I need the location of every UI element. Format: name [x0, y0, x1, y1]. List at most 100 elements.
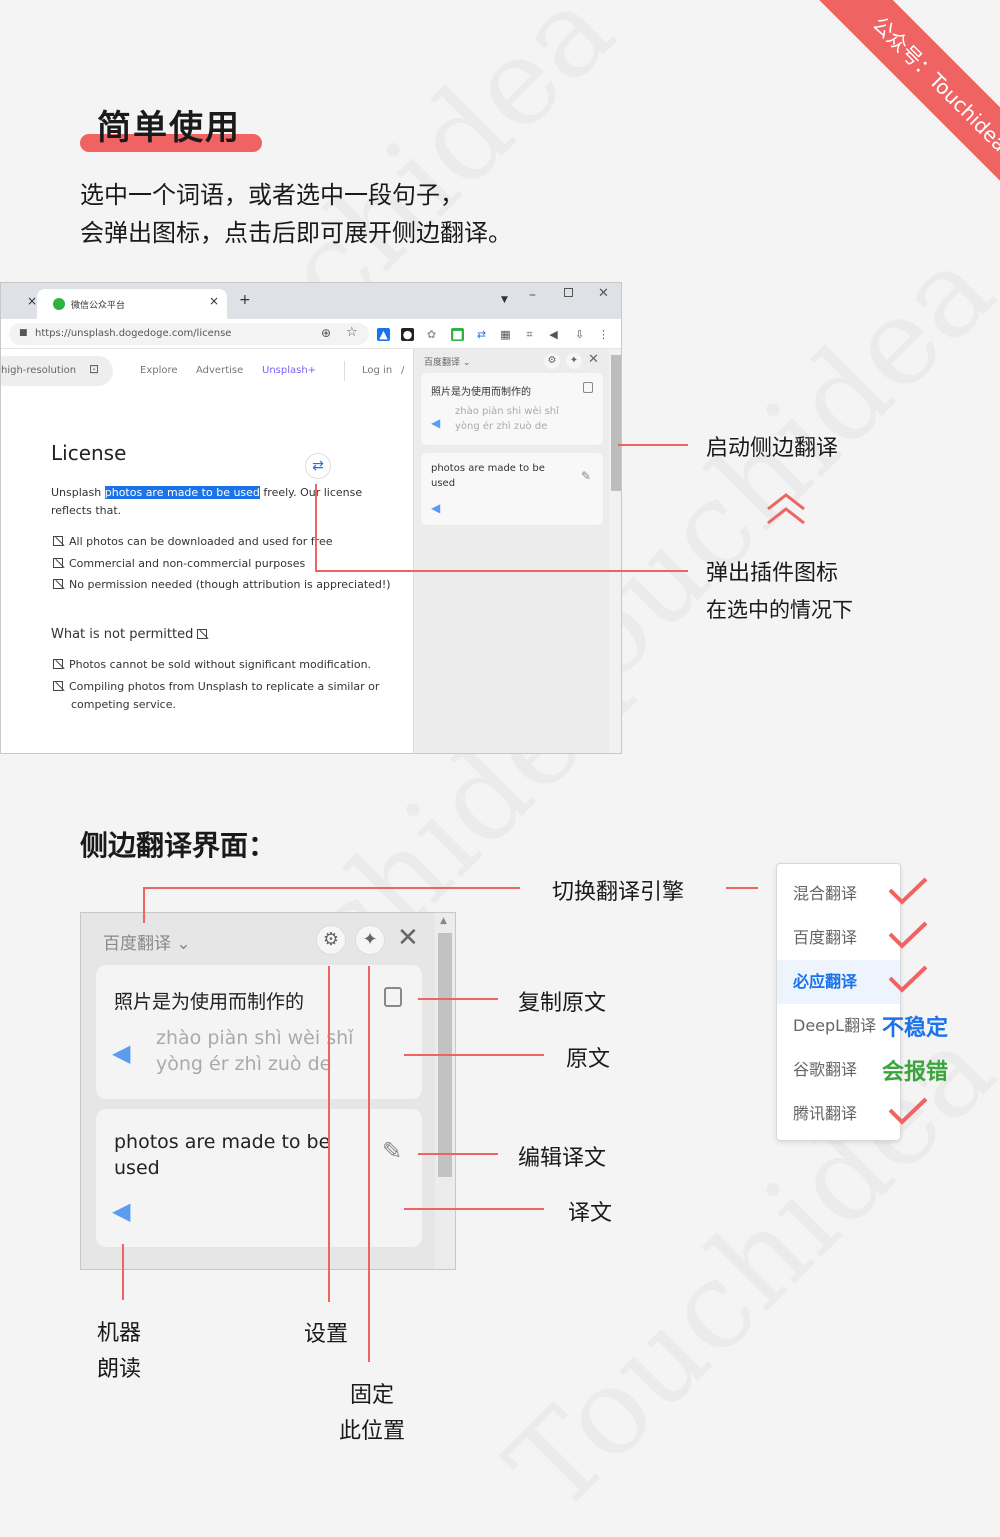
- grid-icon[interactable]: ▦: [499, 328, 512, 341]
- close-icon[interactable]: ✕: [397, 923, 419, 953]
- selected-text[interactable]: photos are made to be used: [104, 486, 260, 499]
- scrollbar-thumb[interactable]: [611, 355, 621, 491]
- bookmark-star-icon[interactable]: ☆: [346, 325, 358, 340]
- annotation-popup-icon-sub: 在选中的情况下: [706, 598, 853, 622]
- tab-title: 微信公众平台: [71, 301, 126, 311]
- not-permitted-item: Compiling photos from Unsplash to replic…: [53, 680, 379, 693]
- not-permitted-item: Photos cannot be sold without significan…: [53, 658, 371, 671]
- browser-screenshot: × 微信公众平台 × + ▼ – ✕ ■ https://unsplash.do…: [0, 282, 622, 754]
- engine-option[interactable]: 百度翻译: [777, 916, 900, 960]
- maximize-icon[interactable]: [564, 288, 573, 297]
- translation-line: used: [114, 1157, 160, 1179]
- popup-translate-icon[interactable]: ⇄: [305, 453, 331, 479]
- tab-active[interactable]: 微信公众平台 ×: [37, 289, 227, 319]
- menu-icon[interactable]: ⋮: [597, 328, 610, 341]
- translation-line: photos are made to be: [431, 463, 545, 474]
- annotation-translation: 译文: [568, 1201, 613, 1226]
- heading-text: What is not permitted: [51, 627, 194, 642]
- translate-extension-icon[interactable]: ⇄: [475, 328, 488, 341]
- gear-icon[interactable]: ⚙: [316, 925, 346, 955]
- url-box[interactable]: ■ https://unsplash.dogedoge.com/license …: [9, 323, 369, 345]
- gear-icon[interactable]: ⚙: [544, 353, 560, 369]
- download-icon[interactable]: ⇩: [573, 328, 586, 341]
- tab-list-icon[interactable]: ▼: [501, 295, 508, 305]
- speaker-icon[interactable]: ◀: [431, 501, 440, 515]
- annotation-line: [122, 1244, 124, 1300]
- mute-icon[interactable]: ◀: [547, 328, 560, 341]
- allowed-item: Commercial and non-commercial purposes: [53, 557, 305, 570]
- speaker-icon[interactable]: ◀: [112, 1039, 130, 1067]
- extension-icon[interactable]: ▲: [377, 328, 390, 341]
- tab-close-button[interactable]: ×: [27, 294, 37, 308]
- checkbox-icon: [53, 536, 63, 546]
- engine-selector[interactable]: 百度翻译 ⌄: [103, 929, 191, 954]
- pin-icon[interactable]: ✦: [566, 353, 582, 369]
- sidebar-scrollbar[interactable]: ▲: [435, 913, 455, 1269]
- pinyin-line: yòng ér zhì zuò de: [156, 1053, 332, 1075]
- annotation-settings: 设置: [304, 1322, 349, 1347]
- extension-icon[interactable]: ●: [401, 328, 414, 341]
- search-box[interactable]: high-resolution ⊡: [1, 356, 113, 386]
- close-window-icon[interactable]: ✕: [598, 286, 609, 301]
- checkbox-icon: [53, 558, 63, 568]
- engine-option[interactable]: 腾讯翻译: [777, 1092, 900, 1136]
- engine-option[interactable]: 混合翻译: [777, 872, 900, 916]
- annotation-pin-line: 固定: [349, 1383, 394, 1408]
- annotation-line: [328, 966, 330, 1302]
- annotation-copy-source: 复制原文: [518, 991, 607, 1016]
- annotation-popup-icon: 弹出插件图标: [706, 561, 839, 586]
- annotation-line: [143, 887, 145, 923]
- not-permitted-text: Compiling photos from Unsplash to replic…: [69, 680, 380, 693]
- nav-unsplash-plus[interactable]: Unsplash+: [262, 365, 316, 376]
- extension-icon[interactable]: ✿: [425, 328, 438, 341]
- checkmark-icon: [888, 877, 928, 905]
- checkmark-icon: [888, 921, 928, 949]
- nav-login[interactable]: Log in: [362, 365, 392, 376]
- search-input[interactable]: high-resolution: [1, 365, 76, 376]
- pin-icon[interactable]: ✦: [355, 925, 385, 955]
- crop-icon[interactable]: ⌗: [523, 328, 536, 341]
- not-permitted-heading: What is not permitted: [51, 627, 213, 642]
- copy-icon[interactable]: [384, 987, 402, 1007]
- not-permitted-text: Photos cannot be sold without significan…: [69, 658, 372, 671]
- annotation-line: [726, 887, 758, 889]
- allowed-item: All photos can be downloaded and used fo…: [53, 535, 332, 548]
- checkbox-icon: [53, 579, 63, 589]
- speaker-icon[interactable]: ◀: [431, 416, 440, 430]
- sidebar-scrollbar[interactable]: [609, 349, 621, 753]
- license-paragraph-line2: reflects that.: [51, 504, 122, 517]
- copy-icon[interactable]: [583, 382, 593, 393]
- tab-bar: × 微信公众平台 × + ▼ – ✕: [1, 283, 621, 319]
- checkbox-icon: [53, 681, 63, 691]
- edit-icon[interactable]: ✎: [382, 1137, 402, 1165]
- pinyin-line: zhào piàn shì wèi shǐ: [156, 1027, 354, 1049]
- engine-name: 百度翻译: [103, 934, 171, 954]
- engine-selector[interactable]: 百度翻译 ⌄: [424, 355, 470, 368]
- intro-line: 会弹出图标，点击后即可展开侧边翻译。: [80, 219, 512, 247]
- extension-icon[interactable]: ■: [451, 328, 464, 341]
- visual-search-icon[interactable]: ⊡: [89, 362, 99, 376]
- annotation-pin-line: 此位置: [338, 1419, 405, 1444]
- engine-name: 百度翻译: [424, 358, 461, 368]
- nav-advertise[interactable]: Advertise: [196, 365, 243, 376]
- close-icon[interactable]: ✕: [588, 352, 599, 367]
- tab-close-button[interactable]: ×: [209, 294, 219, 308]
- annotation-line: [143, 887, 520, 889]
- not-permitted-item-cont: competing service.: [71, 698, 176, 711]
- engine-option-selected[interactable]: 必应翻译: [777, 960, 900, 1004]
- scroll-up-icon[interactable]: ▲: [440, 916, 447, 926]
- checkmark-icon: [888, 965, 928, 993]
- pinyin-line: zhào piàn shì wèi shǐ: [455, 406, 559, 417]
- ribbon-text: 公众号：Touchidea: [801, 0, 1000, 190]
- annotation-tts-line: 机器: [97, 1321, 142, 1346]
- annotation-line: [368, 966, 370, 1362]
- zoom-icon[interactable]: ⊕: [321, 326, 331, 340]
- license-heading: License: [51, 441, 127, 465]
- minimize-icon[interactable]: –: [529, 287, 536, 303]
- edit-icon[interactable]: ✎: [581, 469, 591, 483]
- nav-explore[interactable]: Explore: [140, 365, 178, 376]
- annotation-line: [315, 570, 688, 572]
- url-text[interactable]: https://unsplash.dogedoge.com/license: [35, 328, 231, 339]
- new-tab-button[interactable]: +: [239, 292, 251, 308]
- speaker-icon[interactable]: ◀: [112, 1197, 130, 1225]
